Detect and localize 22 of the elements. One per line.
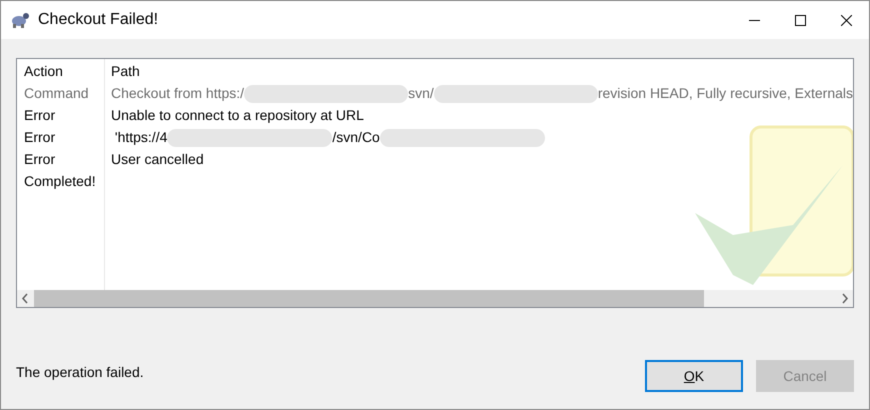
close-icon[interactable] — [840, 14, 852, 26]
column-header[interactable]: Path — [111, 60, 140, 82]
path-text: svn/ — [408, 84, 434, 103]
horizontal-scrollbar[interactable] — [17, 290, 853, 307]
status-text: The operation failed. — [16, 363, 144, 382]
column-header[interactable]: Action — [24, 60, 104, 82]
path-text: Unable to connect to a repository at URL — [111, 106, 364, 125]
path-text: revision HEAD, Fully recursive, Externals — [598, 84, 853, 103]
window-title: Checkout Failed! — [38, 10, 158, 30]
path-text: /svn/Co — [332, 128, 380, 147]
action-cell-text: Completed! — [24, 172, 97, 191]
turtle-icon — [10, 11, 30, 29]
ok-button[interactable]: OK — [645, 360, 743, 392]
maximize-icon[interactable] — [794, 14, 806, 26]
path-text: Checkout from https:/ — [111, 84, 244, 103]
path-text: User cancelled — [111, 150, 204, 169]
action-cell-text: Error — [24, 150, 56, 169]
path-text: 'https://4 — [114, 128, 168, 147]
action-cell-text: Error — [24, 106, 56, 125]
action-cell-text: Command — [24, 84, 90, 103]
action-cell-text: Error — [24, 128, 56, 147]
scrollbar-thumb[interactable] — [34, 290, 704, 307]
